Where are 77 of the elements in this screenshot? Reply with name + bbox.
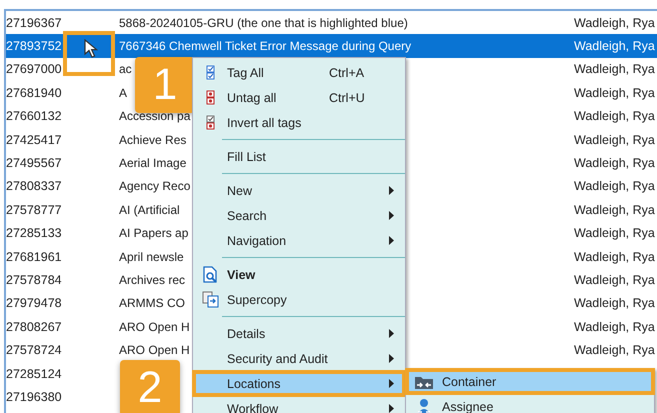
menu-item[interactable]: Container — [406, 369, 654, 394]
record-number: 27697000 — [6, 62, 62, 76]
record-number: 27660132 — [6, 109, 62, 124]
menu-item[interactable]: View — [193, 262, 405, 287]
record-number: 27808267 — [6, 320, 62, 334]
owner-name: Wadleigh, Rya — [574, 62, 655, 76]
record-title: ARO Open H — [119, 320, 190, 334]
menu-item[interactable]: Untag all Ctrl+U — [193, 85, 405, 110]
record-number: 27196367 — [6, 16, 62, 30]
record-number: 27495567 — [6, 156, 62, 170]
menu-item[interactable]: Security and Audit — [193, 346, 405, 371]
menu-item[interactable]: Tag All Ctrl+A — [193, 60, 405, 85]
record-title: AI (Artificial — [119, 202, 180, 217]
record-number: 27681961 — [6, 250, 62, 264]
record-number: 27578724 — [6, 343, 62, 358]
checkbox-pair-icon — [206, 90, 214, 105]
owner-name: Wadleigh, Rya — [574, 39, 655, 54]
menu-item[interactable]: Workflow — [193, 396, 405, 413]
owner-name: Wadleigh, Rya — [574, 272, 655, 287]
record-number: 27808337 — [6, 179, 62, 194]
submenu-arrow-icon — [389, 186, 394, 195]
owner-name: Wadleigh, Rya — [574, 296, 655, 310]
submenu-arrow-icon — [389, 236, 394, 245]
record-title: Archives rec — [119, 272, 186, 287]
selected-row[interactable]: 27893752 7667346 Chemwell Ticket Error Message during Query Wadleigh, Rya — [6, 34, 657, 58]
record-number: 27979478 — [6, 296, 62, 310]
record-number: 27681940 — [6, 86, 62, 100]
owner-name: Wadleigh, Rya — [574, 86, 655, 100]
submenu-arrow-icon — [389, 329, 394, 338]
record-title: ARMMS CO — [119, 296, 185, 310]
checkbox-pair-icon — [206, 65, 214, 80]
record-title: Achieve Res — [119, 132, 186, 147]
menu-item[interactable]: Details — [193, 321, 405, 346]
record-title: A — [119, 86, 128, 100]
submenu-arrow-icon — [389, 354, 394, 363]
owner-name: Wadleigh, Rya — [574, 179, 655, 194]
copy-documents-icon — [202, 291, 218, 308]
record-title: ARO Open H — [119, 343, 190, 358]
magnifier-document-icon — [202, 266, 218, 283]
owner-name: Wadleigh, Rya — [574, 202, 655, 217]
record-title: 7667346 Chemwell Ticket Error Message during Query — [119, 39, 412, 54]
owner-name: Wadleigh, Rya — [574, 109, 655, 124]
record-number: 27285124 — [6, 366, 62, 381]
submenu-arrow-icon — [389, 379, 394, 388]
owner-name: Wadleigh, Rya — [574, 16, 655, 30]
menu-item[interactable]: Invert all tags — [193, 110, 405, 135]
record-number: 27578784 — [6, 272, 62, 287]
menu-item[interactable]: Fill List — [193, 144, 405, 169]
record-title: Aerial Image — [119, 156, 186, 170]
record-title: April newsle — [119, 250, 184, 264]
checkbox-pair-icon — [206, 115, 214, 130]
record-number: 27578777 — [6, 202, 62, 217]
owner-name: Wadleigh, Rya — [574, 343, 655, 358]
record-title: ac — [119, 62, 132, 76]
step-badge: 2 — [120, 360, 180, 413]
record-number: 27285133 — [6, 226, 62, 240]
menu-item[interactable]: Supercopy — [193, 287, 405, 312]
menu-item[interactable]: Assignee — [406, 394, 654, 413]
owner-name: Wadleigh, Rya — [574, 250, 655, 264]
record-number: 27425417 — [6, 132, 62, 147]
record-title: 5868-20240105-GRU (the one that is highlighted blue) — [119, 16, 408, 30]
submenu-arrow-icon — [389, 211, 394, 220]
record-number: 27196380 — [6, 390, 62, 404]
record-title: Agency Reco — [119, 179, 190, 194]
menu-item[interactable]: Locations — [193, 371, 405, 396]
menu-item[interactable]: Navigation — [193, 228, 405, 253]
record-number: 27893752 — [6, 39, 62, 54]
step-badge: 1 — [135, 57, 195, 113]
owner-name: Wadleigh, Rya — [574, 156, 655, 170]
owner-name: Wadleigh, Rya — [574, 320, 655, 334]
owner-name: Wadleigh, Rya — [574, 132, 655, 147]
record-title: AI Papers ap — [119, 226, 188, 240]
owner-name: Wadleigh, Rya — [574, 226, 655, 240]
menu-item[interactable]: Search — [193, 203, 405, 228]
submenu-arrow-icon — [389, 404, 394, 413]
menu-item[interactable]: New — [193, 178, 405, 203]
pointer-icon — [84, 39, 100, 59]
